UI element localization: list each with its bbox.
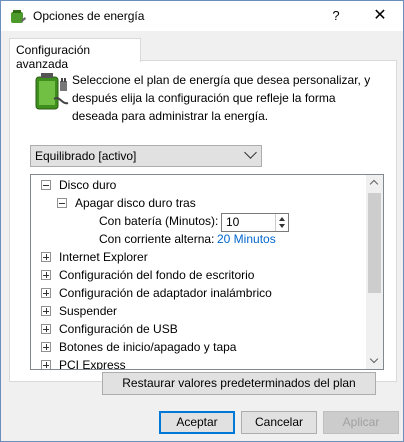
tab-advanced-settings[interactable]: Configuración avanzada: [9, 38, 141, 71]
cancel-button[interactable]: Cancelar: [241, 411, 317, 434]
expand-icon[interactable]: [41, 270, 51, 280]
ac-label: Con corriente alterna:: [99, 232, 215, 246]
window-title: Opciones de energía: [33, 9, 145, 23]
tree-item-label: Botones de inicio/apagado y tapa: [59, 340, 237, 354]
scroll-thumb[interactable]: [368, 193, 381, 293]
expand-icon[interactable]: [41, 288, 51, 298]
battery-minutes-value[interactable]: 10: [226, 215, 239, 230]
collapse-icon[interactable]: [41, 180, 51, 190]
title-bar: Opciones de energía ? ✕: [1, 1, 403, 31]
tree-scrollbar[interactable]: [366, 175, 383, 369]
plan-select[interactable]: Equilibrado [activo]: [30, 145, 262, 167]
tree-item-label: Apagar disco duro tras: [75, 196, 196, 210]
scroll-down-icon[interactable]: [369, 354, 379, 364]
expand-icon[interactable]: [41, 324, 51, 334]
collapse-icon[interactable]: [57, 198, 67, 208]
expand-icon[interactable]: [41, 306, 51, 316]
battery-label: Con batería (Minutos):: [99, 214, 219, 228]
tree-item-battery: Con batería (Minutos): 10: [31, 212, 361, 232]
tab-panel: Seleccione el plan de energía que desea …: [9, 60, 397, 395]
intro-text: Seleccione el plan de energía que desea …: [72, 73, 371, 123]
tree-item-label: Configuración del fondo de escritorio: [59, 268, 255, 282]
chevron-down-icon: [244, 146, 257, 159]
expand-icon[interactable]: [41, 342, 51, 352]
tree-item-label: Configuración de USB: [59, 322, 178, 336]
tree-item-label: Configuración de adaptador inalámbrico: [59, 286, 272, 300]
power-options-window: Opciones de energía ? ✕ Configuración av…: [0, 0, 404, 442]
accept-button[interactable]: Aceptar: [159, 411, 235, 434]
spin-down-icon[interactable]: [279, 224, 285, 228]
tree-item-label: Suspender: [59, 304, 118, 318]
expand-icon[interactable]: [41, 360, 51, 369]
help-button[interactable]: ?: [319, 5, 353, 27]
stepper-arrows[interactable]: [275, 214, 288, 231]
apply-button[interactable]: Aplicar: [323, 411, 399, 434]
close-button[interactable]: ✕: [357, 3, 403, 29]
settings-tree[interactable]: Disco duro Apagar disco duro tras Con ba…: [30, 174, 384, 370]
battery-plug-icon: [35, 73, 69, 110]
plan-select-value: Equilibrado [activo]: [35, 149, 137, 163]
restore-defaults-button[interactable]: Restaurar valores predeterminados del pl…: [102, 372, 376, 395]
tree-item-label: PCI Express: [59, 358, 126, 370]
spin-up-icon[interactable]: [279, 217, 285, 221]
power-options-icon: [11, 10, 26, 23]
ac-value-link[interactable]: 20 Minutos: [217, 230, 276, 248]
tab-label: Configuración avanzada: [16, 43, 91, 71]
dialog-body: Configuración avanzada Seleccione el pla…: [1, 31, 403, 441]
tree-item-label: Internet Explorer: [59, 250, 148, 264]
scroll-up-icon[interactable]: [369, 179, 379, 189]
tree-item-label: Disco duro: [59, 178, 117, 192]
tree-item-ac: Con corriente alterna: 20 Minutos: [31, 230, 361, 248]
expand-icon[interactable]: [41, 252, 51, 262]
